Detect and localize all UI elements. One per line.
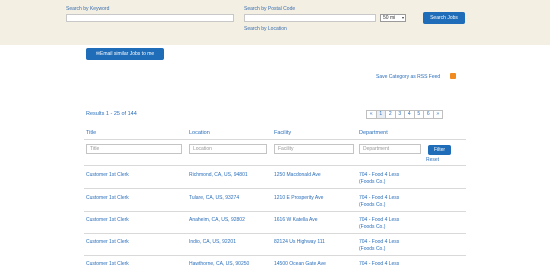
column-header-department[interactable]: Department [359, 130, 388, 136]
job-department-sub: (Foods Co.) [359, 246, 386, 252]
job-facility: 1210 E Prosperity Ave [274, 195, 324, 201]
email-similar-jobs-button[interactable]: ✉Email similar Jobs to me [86, 48, 164, 60]
postal-code-label: Search by Postal Code [244, 6, 296, 12]
keyword-label: Search by Keyword [66, 6, 110, 12]
job-facility: 82124 Us Highway 111 [274, 239, 325, 245]
row-divider [84, 233, 466, 234]
facility-filter-input[interactable]: Facility [274, 144, 354, 154]
results-count: Results 1 - 25 of 144 [86, 111, 137, 117]
title-filter-input[interactable]: Title [86, 144, 182, 154]
job-facility: 1250 Macdonald Ave [274, 172, 321, 178]
job-department: 704 - Food 4 Less [359, 261, 400, 267]
job-facility: 1616 W Katella Ave [274, 217, 318, 223]
radius-select[interactable]: 50 mi ▾ [380, 14, 406, 22]
pagination: « 1 2 3 4 5 6 » [366, 110, 443, 119]
row-divider [84, 255, 466, 256]
job-title-link[interactable]: Customer 1st Clerk [86, 172, 129, 179]
location-filter-input[interactable]: Location [189, 144, 267, 154]
job-location: Tulare, CA, US, 93274 [189, 195, 240, 201]
search-jobs-button[interactable]: Search Jobs [423, 12, 465, 24]
postal-code-input[interactable] [244, 14, 376, 22]
chevron-down-icon: ▾ [401, 15, 404, 20]
job-location: Indio, CA, US, 92201 [189, 239, 236, 245]
job-department-sub: (Foods Co.) [359, 202, 386, 208]
job-title-link[interactable]: Customer 1st Clerk [86, 195, 129, 202]
job-department-sub: (Foods Co.) [359, 179, 386, 185]
job-department-sub: (Foods Co.) [359, 224, 386, 230]
filter-button[interactable]: Filter [428, 145, 451, 155]
job-title-link[interactable]: Customer 1st Clerk [86, 217, 129, 224]
column-header-facility[interactable]: Facility [274, 130, 291, 136]
rss-icon[interactable] [450, 73, 456, 79]
search-by-location-link[interactable]: Search by Location [244, 26, 287, 32]
job-department: 704 - Food 4 Less [359, 217, 400, 223]
keyword-input[interactable] [66, 14, 234, 22]
reset-link[interactable]: Reset [426, 157, 439, 164]
rss-feed-link[interactable]: Save Category as RSS Feed [376, 74, 440, 80]
department-filter-input[interactable]: Department [359, 144, 421, 154]
row-divider [84, 211, 466, 212]
row-divider [84, 188, 466, 189]
radius-value: 50 mi [383, 15, 396, 21]
filter-divider [84, 165, 466, 166]
page-next[interactable]: » [432, 110, 443, 119]
job-location: Anaheim, CA, US, 92802 [189, 217, 245, 223]
column-header-title[interactable]: Title [86, 130, 96, 136]
job-department: 704 - Food 4 Less [359, 195, 400, 201]
job-title-link[interactable]: Customer 1st Clerk [86, 239, 129, 246]
job-department: 704 - Food 4 Less [359, 239, 400, 245]
job-department: 704 - Food 4 Less [359, 172, 400, 178]
job-title-link[interactable]: Customer 1st Clerk [86, 261, 129, 268]
job-location: Richmond, CA, US, 94801 [189, 172, 248, 178]
search-panel: Search by Keyword Search by Postal Code … [0, 0, 550, 45]
job-facility: 14500 Ocean Gate Ave [274, 261, 326, 267]
job-location: Hawthorne, CA, US, 90250 [189, 261, 250, 267]
column-header-location[interactable]: Location [189, 130, 210, 136]
header-divider [84, 139, 466, 140]
